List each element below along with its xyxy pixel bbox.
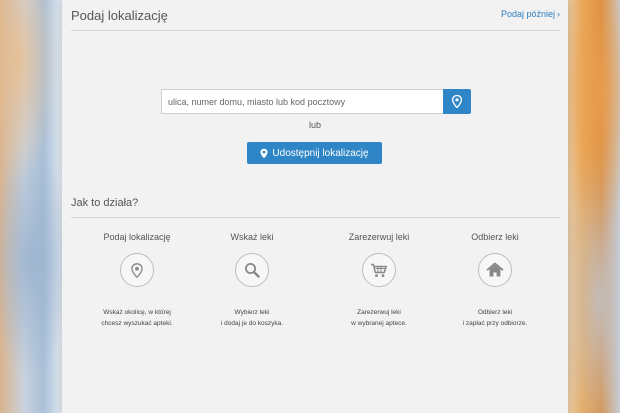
- cart-icon: [362, 253, 396, 287]
- step-description-line: Wskaż okolicę, w której: [103, 309, 171, 316]
- set-later-label: Podaj później: [500, 9, 555, 19]
- step-description-line: i dodaj je do koszyka.: [220, 320, 284, 327]
- step-title: Odbierz leki: [471, 232, 519, 242]
- step-description: Odbierz leki i zapłać przy odbiorze.: [432, 307, 558, 329]
- home-icon: [478, 253, 512, 287]
- location-panel: Podaj lokalizację Podaj później› lub Udo…: [62, 0, 568, 413]
- step-description-line: Odbierz leki: [477, 309, 513, 316]
- step-title: Zarezerwuj leki: [348, 232, 410, 242]
- step-description: Wskaż okolicę, w której chcesz wyszukać …: [74, 307, 200, 329]
- address-input[interactable]: [161, 89, 443, 114]
- step-choose-drugs: Wskaż leki Wybierz leki i dodaj je do ko…: [189, 231, 315, 329]
- map-pin-icon: [452, 95, 462, 108]
- share-location-label: Udostępnij lokalizację: [272, 147, 369, 159]
- share-location-button[interactable]: Udostępnij lokalizację: [247, 142, 382, 164]
- step-description-line: chcesz wyszukać apteki.: [101, 320, 173, 327]
- how-it-works-heading: Jak to działa?: [71, 197, 139, 209]
- step-description: Zarezerwuj leki w wybranej aptece.: [316, 307, 442, 329]
- step-title: Wskaż leki: [230, 232, 274, 242]
- page-title: Podaj lokalizację: [71, 8, 168, 23]
- chevron-right-icon: ›: [557, 9, 560, 19]
- address-search: [161, 89, 471, 114]
- divider: [71, 217, 560, 218]
- step-pickup: Odbierz leki Odbierz leki i zapłać przy …: [432, 231, 558, 329]
- step-description-line: Wybierz leki: [234, 309, 270, 316]
- step-title: Podaj lokalizację: [103, 232, 171, 242]
- map-pin-icon: [260, 148, 268, 158]
- step-description: Wybierz leki i dodaj je do koszyka.: [189, 307, 315, 329]
- search-icon: [235, 253, 269, 287]
- step-location: Podaj lokalizację Wskaż okolicę, w które…: [74, 231, 200, 329]
- step-description-line: i zapłać przy odbiorze.: [462, 320, 528, 327]
- step-description-line: Zarezerwuj leki: [357, 309, 401, 316]
- location-pin-icon: [120, 253, 154, 287]
- step-description-line: w wybranej aptece.: [351, 320, 407, 327]
- or-separator: lub: [308, 120, 321, 130]
- set-later-link[interactable]: Podaj później ›: [501, 9, 560, 19]
- panel-header: Podaj lokalizację Podaj później ›: [71, 0, 560, 31]
- step-reserve: Zarezerwuj leki Zarezerwuj leki w wybran…: [316, 231, 442, 329]
- locate-button[interactable]: [443, 89, 471, 114]
